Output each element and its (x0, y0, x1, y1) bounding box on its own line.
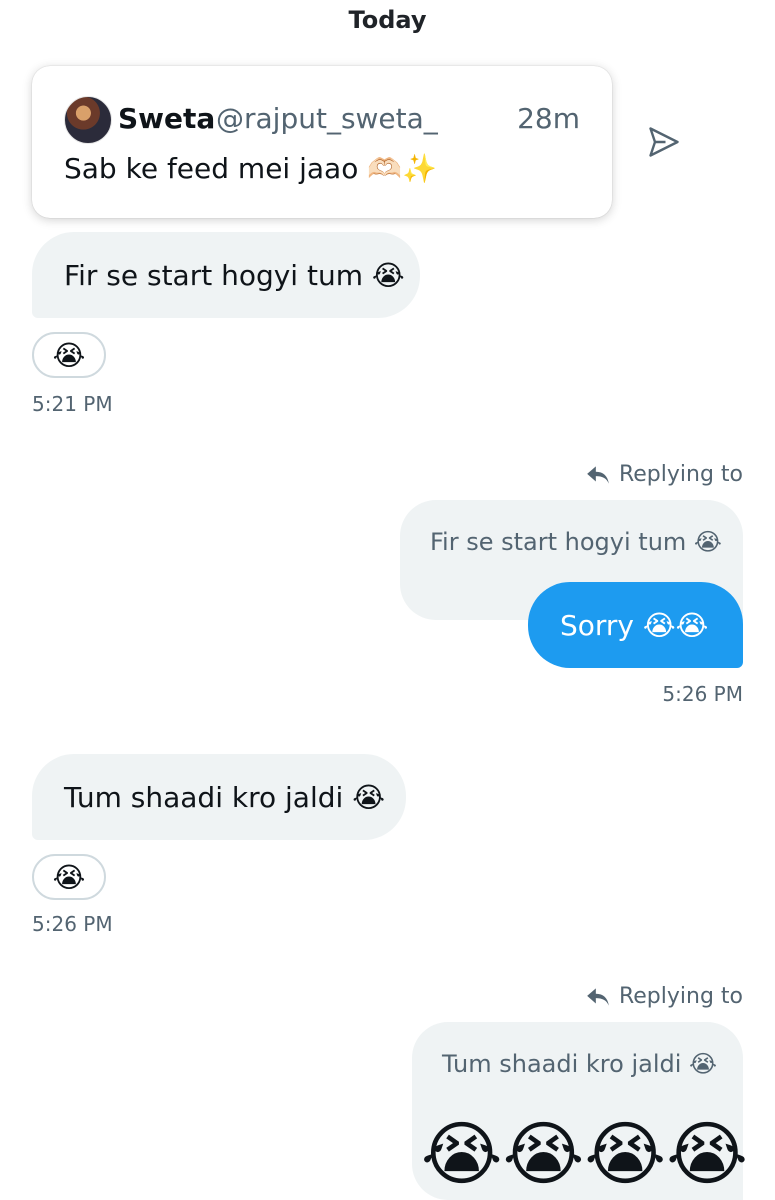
message-timestamp: 5:26 PM (662, 682, 743, 706)
share-icon[interactable] (646, 124, 682, 160)
quoted-message-text: Fir se start hogyi tum 😭 (430, 528, 722, 556)
reaction-badge[interactable]: 😭 (32, 854, 106, 900)
incoming-message-bubble[interactable]: Tum shaadi kro jaldi 😭 (32, 754, 406, 840)
incoming-message-bubble[interactable]: Fir se start hogyi tum 😭 (32, 232, 420, 318)
replying-to-label: Replying to (618, 462, 743, 487)
message-text: Fir se start hogyi tum 😭 (64, 258, 405, 292)
large-emoji-message[interactable]: 😭😭😭😭 (412, 1108, 748, 1200)
tweet-author-name: Sweta (118, 102, 216, 135)
quoted-message-text: Tum shaadi kro jaldi 😭 (442, 1050, 718, 1078)
crying-emoji-icon: 😭 (52, 860, 86, 894)
tweet-text: Sab ke feed mei jaao 🫶🏻✨ (64, 152, 437, 185)
reaction-badge[interactable]: 😭 (32, 332, 106, 378)
crying-emoji-icon: 😭 (52, 338, 86, 372)
outgoing-message-bubble[interactable]: Sorry 😭😭 (528, 582, 743, 668)
message-timestamp: 5:21 PM (32, 392, 113, 416)
reply-arrow-icon (587, 465, 609, 484)
message-text: Tum shaadi kro jaldi 😭 (64, 780, 385, 814)
message-text: Sorry 😭😭 (560, 608, 709, 642)
tweet-timestamp: 28m (517, 102, 580, 135)
date-header: Today (348, 6, 427, 34)
replying-to-indicator: Replying to (585, 462, 743, 487)
avatar (64, 96, 112, 144)
replying-to-label: Replying to (618, 984, 743, 1009)
tweet-author-handle: @rajput_sweta_ (216, 102, 438, 135)
reply-arrow-icon (587, 987, 609, 1006)
shared-tweet-card[interactable]: Sweta @rajput_sweta_ 28m Sab ke feed mei… (32, 66, 612, 218)
replying-to-indicator: Replying to (585, 984, 743, 1009)
large-emoji-text: 😭😭😭😭 (420, 1113, 748, 1195)
tweet-text-content: Sab ke feed mei jaao 🫶🏻✨ (64, 152, 437, 185)
message-timestamp: 5:26 PM (32, 912, 113, 936)
